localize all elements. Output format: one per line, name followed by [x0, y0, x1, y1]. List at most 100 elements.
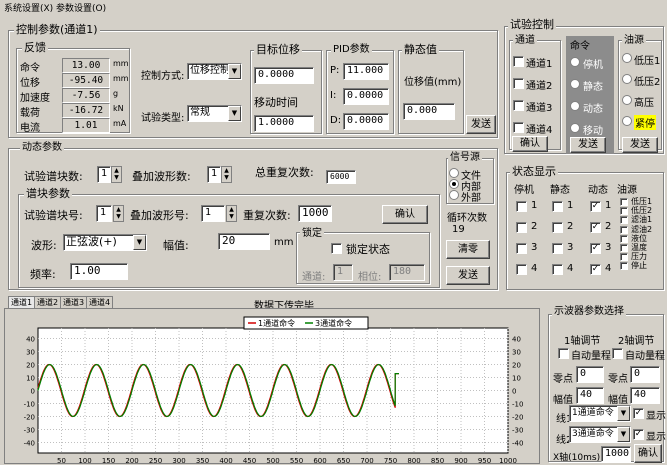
line2-select[interactable]: 3通道命令 ▼ [569, 426, 631, 443]
signal-external-radio[interactable] [449, 190, 459, 200]
feedback-label-3: 载荷 [20, 108, 40, 119]
zero2-label: 零点 [608, 374, 628, 385]
pid-input-2[interactable]: 0.0000 [343, 113, 389, 130]
spectrum-no-input[interactable]: 1 [96, 205, 112, 222]
signal-internal-radio[interactable] [449, 179, 459, 189]
overlay-no-label: 叠加波形号: [130, 209, 189, 222]
feedback-unit-4: mA [113, 119, 127, 128]
control-mode-select[interactable]: 位移控制 ▼ [187, 63, 242, 80]
waveform-select[interactable]: 正弦波(+) ▼ [63, 234, 147, 251]
line1-show-label: 显示 [646, 411, 666, 422]
pid-label-2: D: [330, 115, 342, 126]
spectrum-no-spinner[interactable]: ▲ ▼ [113, 205, 124, 222]
feedback-value-3: -16.72 [62, 103, 110, 118]
signal-file-radio[interactable] [449, 168, 459, 178]
axis1-auto-range-checkbox[interactable] [558, 348, 569, 359]
status-cb-1-2 [552, 243, 563, 254]
tab-channel-4[interactable]: 通道4 [86, 296, 114, 308]
lock-channel-input[interactable]: 1 [333, 264, 353, 281]
status-oil-cb-5 [620, 244, 628, 252]
zero2-input[interactable]: 0 [630, 366, 660, 383]
oil-radio-0[interactable] [622, 53, 632, 63]
oscilloscope-title: 示波器参数选择 [552, 306, 626, 318]
status-num-2-1: 2 [605, 221, 612, 232]
status-cb-1-3 [552, 264, 563, 275]
y-tick-label-left: 0 [31, 388, 35, 396]
oil-radio-1[interactable] [622, 74, 632, 84]
line1-select[interactable]: 1通道命令 ▼ [569, 405, 631, 422]
static-send-button[interactable]: 发送 [466, 115, 496, 134]
dynamic-send-button[interactable]: 发送 [446, 266, 490, 285]
y-tick-label-left: 40 [26, 336, 35, 344]
signal-external-label: 外部 [461, 193, 481, 204]
pid-input-1[interactable]: 0.0000 [343, 88, 389, 105]
test-type-select[interactable]: 常规 ▼ [187, 105, 242, 122]
tab-channel-2[interactable]: 通道2 [34, 296, 62, 308]
status-num-1-1: 2 [567, 221, 574, 232]
oscilloscope-confirm-button[interactable]: 确认 [634, 444, 662, 463]
amp2-input[interactable]: 40 [630, 387, 660, 404]
static-value-input[interactable]: 0.000 [403, 103, 455, 120]
x-tick-label: 850 [431, 457, 444, 464]
y-tick-label-right: -10 [512, 401, 523, 409]
y-tick-label-right: 10 [512, 375, 521, 383]
tab-channel-3[interactable]: 通道3 [60, 296, 88, 308]
chevron-down-icon: ▼ [617, 427, 630, 442]
feedback-title: 反馈 [22, 41, 48, 54]
command-send-button[interactable]: 发送 [570, 137, 606, 153]
control-mode-label: 控制方式: [141, 71, 185, 82]
oil-label-1: 低压2 [634, 77, 661, 88]
channel-checkbox-2[interactable] [513, 78, 524, 89]
status-num-0-2: 3 [531, 242, 538, 253]
command-label-1: 静态 [583, 82, 603, 93]
line1-show-checkbox[interactable]: ✓ [633, 408, 644, 419]
xaxis-input[interactable]: 1000 [601, 446, 631, 462]
frequency-input[interactable]: 1.00 [70, 263, 128, 280]
clear-button[interactable]: 清零 [446, 240, 490, 259]
channel-checkbox-1[interactable] [513, 56, 524, 67]
amp1-input[interactable]: 40 [576, 387, 604, 404]
y-tick-label-left: -10 [24, 401, 35, 409]
axis2-auto-range-checkbox[interactable] [612, 348, 623, 359]
command-radio-1[interactable] [570, 79, 580, 89]
oil-radio-2[interactable] [622, 95, 632, 105]
overlay-no-input[interactable]: 1 [201, 205, 225, 222]
chevron-down-icon: ▼ [133, 235, 146, 250]
total-repeat-input[interactable]: 6000 [326, 170, 356, 184]
overlay-count-spinner[interactable]: ▲ ▼ [221, 166, 232, 183]
command-radio-0[interactable] [570, 57, 580, 67]
oil-radio-3[interactable] [622, 116, 632, 126]
oil-send-button[interactable]: 发送 [622, 137, 658, 153]
status-oil-label-7: 停止 [631, 261, 647, 271]
channel-checkbox-4[interactable] [513, 122, 524, 133]
lock-state-checkbox[interactable] [331, 243, 342, 254]
legend-label-1: 1通道命令 [258, 318, 295, 328]
command-radio-3[interactable] [570, 123, 580, 133]
menu-system-settings[interactable]: 系统设置(X) [4, 1, 53, 14]
status-oil-cb-4 [620, 234, 628, 243]
command-radio-2[interactable] [570, 101, 580, 111]
zero1-input[interactable]: 0 [576, 366, 604, 383]
spectrum-count-input[interactable]: 1 [97, 166, 111, 183]
move-time-input[interactable]: 1.0000 [254, 115, 314, 132]
line2-show-checkbox[interactable]: ✓ [633, 429, 644, 440]
overlay-count-input[interactable]: 1 [207, 166, 221, 183]
channel-checkbox-3[interactable] [513, 100, 524, 111]
spectrum-no-label: 试验谱块号: [24, 209, 83, 222]
tab-channel-1[interactable]: 通道1 [8, 296, 36, 308]
target-pos-input[interactable]: 0.0000 [254, 67, 314, 84]
x-tick-label: 500 [266, 457, 279, 464]
spectrum-confirm-button[interactable]: 确认 [382, 205, 428, 224]
amp1-label: 幅值 [553, 395, 573, 406]
lock-phase-input[interactable]: 180 [389, 264, 425, 281]
menu-param-settings[interactable]: 参数设置(O) [56, 1, 106, 14]
amplitude-input[interactable]: 20 [218, 233, 270, 250]
repeat-input[interactable]: 1000 [298, 205, 332, 222]
pid-input-0[interactable]: 11.000 [343, 63, 389, 80]
channel-confirm-button[interactable]: 确认 [512, 136, 548, 152]
x-tick-label: 600 [313, 457, 326, 464]
x-tick-label: 200 [125, 457, 138, 464]
pid-label-0: P: [330, 65, 340, 76]
overlay-no-spinner[interactable]: ▲ ▼ [226, 205, 237, 222]
spectrum-count-spinner[interactable]: ▲ ▼ [111, 166, 122, 183]
